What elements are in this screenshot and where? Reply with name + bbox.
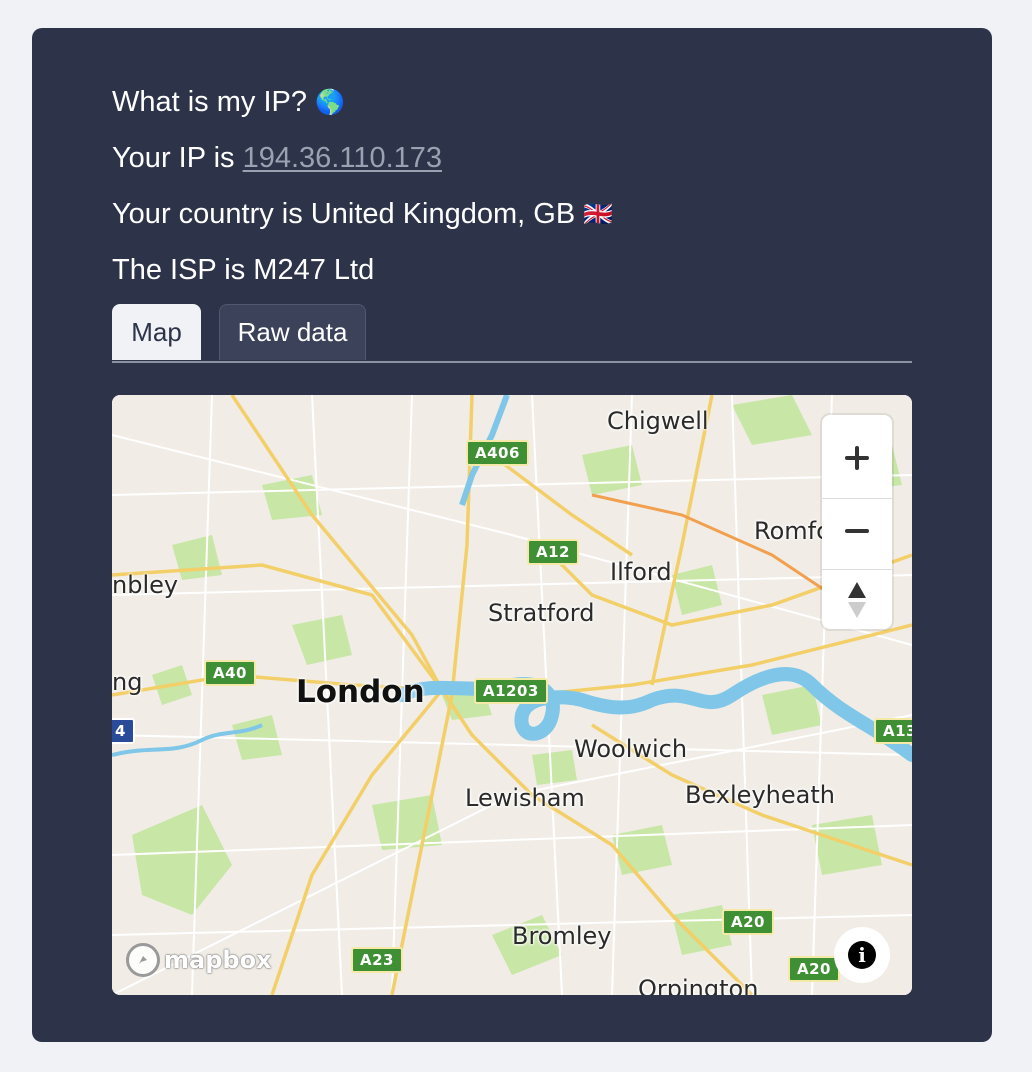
ip-info-card: What is my IP? 🌎 Your IP is 194.36.110.1… bbox=[32, 28, 992, 1042]
place-woolwich: Woolwich bbox=[574, 735, 688, 763]
minus-icon bbox=[845, 529, 869, 533]
plus-icon bbox=[845, 446, 869, 470]
ip-address-link[interactable]: 194.36.110.173 bbox=[243, 142, 442, 174]
tab-bar: Map Raw data bbox=[112, 303, 912, 363]
place-stratford: Stratford bbox=[488, 599, 595, 627]
road-shield-a23: A23 bbox=[351, 947, 403, 973]
place-ing: ng bbox=[112, 668, 143, 696]
map-view[interactable]: Chigwell Romfc Ilford nbley Stratford Lo… bbox=[112, 395, 912, 995]
question-text: What is my IP? bbox=[112, 86, 307, 118]
road-shield-a12: A12 bbox=[527, 539, 579, 565]
globe-icon: 🌎 bbox=[315, 89, 345, 117]
road-shield-a40: A40 bbox=[204, 660, 256, 686]
compass-icon bbox=[848, 582, 866, 618]
country-line: Your country is United Kingdom, GB 🇬🇧 bbox=[112, 196, 613, 233]
place-london: London bbox=[296, 674, 425, 710]
road-shield-a13: A13 bbox=[874, 718, 912, 744]
attribution-info-button[interactable]: i bbox=[834, 927, 890, 983]
tab-raw-data[interactable]: Raw data bbox=[219, 304, 366, 360]
place-wembley: nbley bbox=[112, 571, 179, 599]
place-lewisham: Lewisham bbox=[465, 784, 585, 812]
ip-line: Your IP is 194.36.110.173 bbox=[112, 140, 442, 176]
place-bromley: Bromley bbox=[512, 922, 612, 950]
compass-button[interactable] bbox=[822, 565, 892, 635]
road-shield-a4: 4 bbox=[112, 718, 135, 744]
road-shield-a406: A406 bbox=[466, 440, 529, 466]
place-romford: Romfc bbox=[754, 517, 830, 545]
ip-prefix: Your IP is bbox=[112, 142, 243, 174]
place-ilford: Ilford bbox=[610, 558, 672, 586]
place-chigwell: Chigwell bbox=[607, 407, 709, 435]
mapbox-wordmark: mapbox bbox=[164, 946, 272, 974]
map-controls bbox=[822, 415, 892, 629]
info-icon: i bbox=[848, 941, 876, 969]
mapbox-logo-icon bbox=[126, 943, 160, 977]
question-heading: What is my IP? 🌎 bbox=[112, 84, 345, 121]
place-orpington: Orpington bbox=[638, 975, 759, 995]
isp-line: The ISP is M247 Ltd bbox=[112, 254, 375, 286]
place-bexleyheath: Bexleyheath bbox=[685, 781, 835, 809]
tab-map[interactable]: Map bbox=[112, 304, 201, 360]
country-text: Your country is United Kingdom, GB bbox=[112, 198, 576, 230]
zoom-out-button[interactable] bbox=[822, 496, 892, 566]
road-shield-a20: A20 bbox=[722, 909, 774, 935]
mapbox-logo[interactable]: mapbox bbox=[126, 943, 272, 977]
road-shield-a1203: A1203 bbox=[474, 678, 548, 704]
road-shield-a20-south: A20 bbox=[788, 956, 840, 982]
flag-icon: 🇬🇧 bbox=[583, 201, 614, 229]
zoom-in-button[interactable] bbox=[822, 423, 892, 493]
